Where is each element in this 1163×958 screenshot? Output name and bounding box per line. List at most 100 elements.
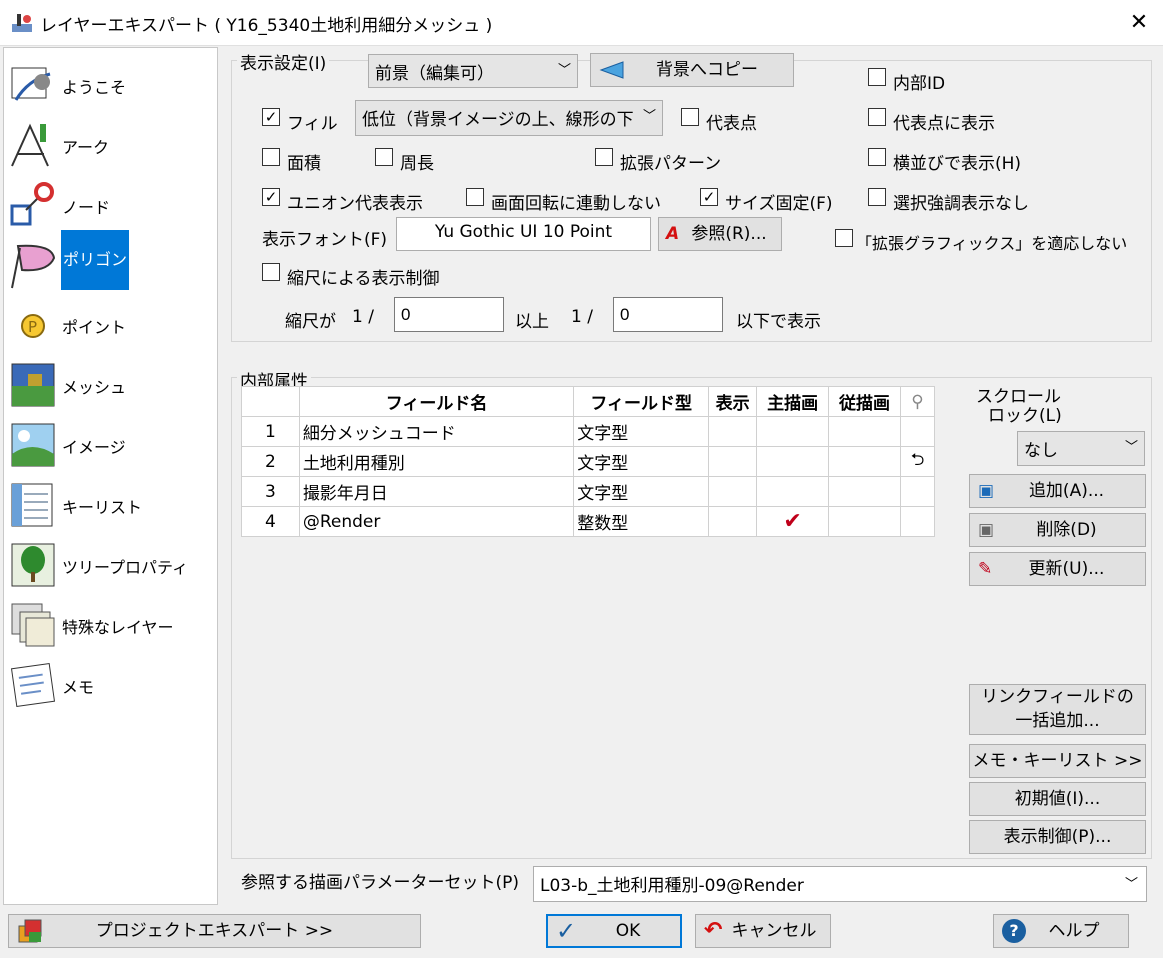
memo-keylist-button[interactable]: メモ・キーリスト >>	[969, 744, 1146, 778]
sidebar-item-label: メモ	[62, 678, 95, 697]
sidebar-item-image[interactable]: イメージ	[4, 414, 217, 474]
perimeter-checkbox[interactable]	[375, 148, 393, 166]
display-control-button[interactable]: 表示制御(P)...	[969, 820, 1146, 854]
main-draw-cell[interactable]	[756, 446, 830, 477]
undo-icon: ↶	[704, 918, 723, 943]
field-name-cell[interactable]: 撮影年月日	[298, 476, 575, 507]
update-field-button[interactable]: ✎ 更新(U)...	[969, 552, 1146, 586]
internal-id-checkbox[interactable]	[868, 68, 886, 86]
mesh-icon	[11, 363, 55, 407]
sub-draw-cell[interactable]	[828, 446, 902, 477]
table-row[interactable]: 1 細分メッシュコード 文字型	[241, 416, 935, 447]
sidebar-item-node[interactable]: ノード	[4, 174, 217, 234]
sidebar-item-memo[interactable]: メモ	[4, 654, 217, 714]
fill-label: フィル	[287, 114, 338, 134]
main-draw-cell[interactable]	[756, 416, 830, 447]
help-button[interactable]: ? ヘルプ	[993, 914, 1129, 948]
cancel-button[interactable]: ↶ キャンセル	[695, 914, 831, 948]
field-name-cell[interactable]: 細分メッシュコード	[298, 416, 575, 447]
chevron-down-icon: ﹀	[1124, 440, 1138, 455]
font-browse-button[interactable]: A 参照(R)...	[658, 217, 782, 251]
col-field-name[interactable]: フィールド名	[298, 386, 575, 417]
size-fixed-checkbox[interactable]: ✓	[700, 188, 718, 206]
layer-select[interactable]: 前景（編集可） ﹀	[368, 54, 578, 88]
field-type-cell[interactable]: 文字型	[573, 416, 710, 447]
side-by-side-label: 横並びで表示(H)	[893, 154, 1022, 174]
col-main-draw[interactable]: 主描画	[756, 386, 830, 417]
sidebar-item-polygon[interactable]: ポリゴン	[4, 230, 217, 294]
field-name-cell[interactable]: 土地利用種別	[298, 446, 575, 477]
scroll-lock-value: なし	[1024, 441, 1058, 461]
copy-to-background-button[interactable]: 背景へコピー	[590, 53, 794, 87]
fill-level-select[interactable]: 低位（背景イメージの上、線形の下 ﹀	[355, 100, 663, 136]
help-icon: ?	[1002, 919, 1026, 943]
field-table[interactable]: フィールド名 フィールド型 表示 主描画 従描画 ⚲ 1 細分メッシュコード 文…	[241, 386, 935, 537]
table-row[interactable]: 3 撮影年月日 文字型	[241, 476, 935, 507]
scroll-lock-select[interactable]: なし ﹀	[1017, 431, 1145, 466]
union-checkbox[interactable]: ✓	[262, 188, 280, 206]
add-button-label: 追加(A)...	[1028, 481, 1105, 501]
close-button[interactable]: ✕	[1124, 8, 1154, 38]
field-type-cell[interactable]: 文字型	[573, 446, 710, 477]
sidebar-item-arc[interactable]: アーク	[4, 114, 217, 174]
field-type-cell[interactable]: 文字型	[573, 476, 710, 507]
chevron-down-icon: ﹀	[557, 63, 571, 78]
no-highlight-checkbox[interactable]	[868, 188, 886, 206]
no-rotate-checkbox[interactable]	[466, 188, 484, 206]
display-cell[interactable]	[708, 506, 758, 537]
window-title: レイヤーエキスパート ( Y16_5340土地利用細分メッシュ )	[40, 16, 493, 36]
sub-draw-cell[interactable]	[828, 506, 902, 537]
table-row[interactable]: 2 土地利用種別 文字型 ⮌	[241, 446, 935, 477]
col-sub-draw[interactable]: 従描画	[828, 386, 902, 417]
scale-control-checkbox[interactable]	[262, 263, 280, 281]
param-set-value: L03-b_土地利用種別-09@Render	[540, 876, 804, 896]
scale-max-input[interactable]	[613, 297, 723, 332]
initial-value-button[interactable]: 初期値(I)...	[969, 782, 1146, 816]
col-field-type[interactable]: フィールド型	[573, 386, 710, 417]
sidebar-item-tree[interactable]: ツリープロパティ	[4, 534, 217, 594]
sidebar-item-mesh[interactable]: メッシュ	[4, 354, 217, 414]
link-cell[interactable]	[900, 476, 935, 507]
ext-pattern-checkbox[interactable]	[595, 148, 613, 166]
field-name-cell[interactable]: @Render	[298, 506, 575, 537]
sub-draw-cell[interactable]	[828, 416, 902, 447]
table-row[interactable]: 4 @Render 整数型 ✔	[241, 506, 935, 537]
app-icon	[12, 14, 32, 32]
delete-field-button[interactable]: ▣ 削除(D)	[969, 513, 1146, 547]
add-field-button[interactable]: ▣ 追加(A)...	[969, 474, 1146, 508]
field-type-cell[interactable]: 整数型	[573, 506, 710, 537]
param-set-select[interactable]: L03-b_土地利用種別-09@Render ﹀	[533, 866, 1147, 902]
link-cell[interactable]	[900, 416, 935, 447]
sub-draw-cell[interactable]	[828, 476, 902, 507]
size-fixed-label: サイズ固定(F)	[725, 194, 833, 214]
link-field-bulk-add-button[interactable]: リンクフィールドの 一括追加...	[969, 684, 1146, 735]
sidebar-item-special-layer[interactable]: 特殊なレイヤー	[4, 594, 217, 654]
col-link[interactable]: ⚲	[900, 386, 935, 417]
point-icon: P	[21, 314, 45, 338]
display-cell[interactable]	[708, 416, 758, 447]
display-cell[interactable]	[708, 446, 758, 477]
link-cell[interactable]: ⮌	[900, 446, 935, 477]
no-ext-graphics-checkbox[interactable]	[835, 229, 853, 247]
fill-checkbox[interactable]: ✓	[262, 108, 280, 126]
delete-button-label: 削除(D)	[1036, 520, 1097, 540]
link-cell[interactable]	[900, 506, 935, 537]
rep-point-checkbox[interactable]	[681, 108, 699, 126]
sidebar-item-welcome[interactable]: ようこそ	[4, 54, 217, 114]
row-number: 1	[241, 416, 300, 447]
col-display[interactable]: 表示	[708, 386, 758, 417]
row-number: 2	[241, 446, 300, 477]
show-at-rep-checkbox[interactable]	[868, 108, 886, 126]
show-at-rep-label: 代表点に表示	[893, 114, 995, 134]
area-checkbox[interactable]	[262, 148, 280, 166]
side-by-side-checkbox[interactable]	[868, 148, 886, 166]
main-draw-cell[interactable]	[756, 476, 830, 507]
ok-button[interactable]: ✓ OK	[546, 914, 682, 948]
project-expert-button[interactable]: プロジェクトエキスパート >>	[8, 914, 421, 948]
main-draw-cell[interactable]: ✔	[756, 506, 830, 537]
scale-min-input[interactable]	[394, 297, 504, 332]
rep-point-label: 代表点	[706, 114, 757, 134]
sidebar-item-keylist[interactable]: キーリスト	[4, 474, 217, 534]
display-cell[interactable]	[708, 476, 758, 507]
sidebar-item-point[interactable]: P ポイント	[4, 294, 217, 354]
